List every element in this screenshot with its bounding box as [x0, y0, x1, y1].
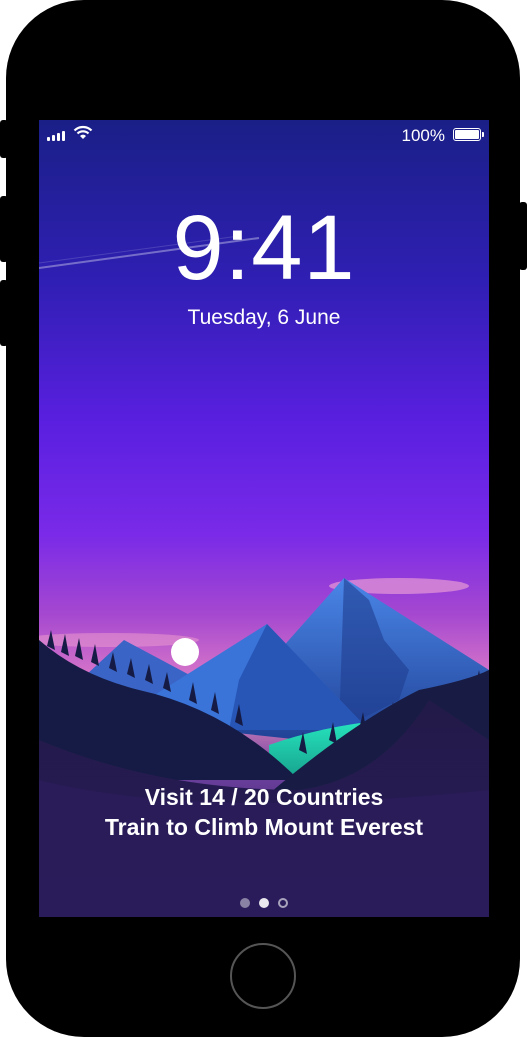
page-indicator[interactable]: [39, 898, 489, 908]
lock-screen: 100% 9:41 Tuesday, 6 June Visit 14 / 20 …: [39, 120, 489, 917]
camera-icon: [278, 898, 288, 908]
battery-percent: 100%: [401, 126, 445, 145]
lock-clock: 9:41: [172, 197, 356, 299]
power-button[interactable]: [519, 202, 527, 270]
page-dot-2: [259, 898, 269, 908]
volume-down-button[interactable]: [0, 280, 8, 346]
notification-line-1: Visit 14 / 20 Countries: [144, 784, 384, 810]
page-dot-1: [240, 898, 250, 908]
volume-up-button[interactable]: [0, 196, 8, 262]
wifi-icon: [73, 125, 93, 139]
home-button[interactable]: [230, 943, 296, 1009]
mountain-landscape: [39, 578, 489, 917]
status-bar: 100%: [39, 120, 489, 150]
battery-full-icon: [453, 128, 484, 141]
lock-date: Tuesday, 6 June: [187, 306, 341, 329]
signal-icon: [47, 131, 65, 141]
notification-line-2: Train to Climb Mount Everest: [104, 814, 424, 840]
notification[interactable]: Visit 14 / 20 Countries Train to Climb M…: [39, 782, 489, 842]
silent-switch[interactable]: [0, 120, 8, 158]
